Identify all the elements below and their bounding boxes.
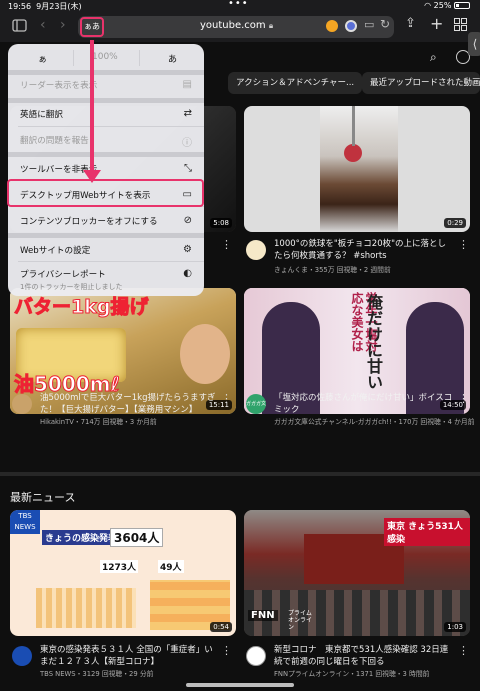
thumb-number: 3604人 <box>110 528 164 547</box>
tbs-news-logo: TBS NEWS <box>10 510 40 534</box>
blocker-icon: ⊘ <box>183 215 192 226</box>
thumb-caption: バター1kg揚げ <box>13 296 149 319</box>
video-thumbnail[interactable]: TBS NEWS きょうの感染発表 3604人 1273人 49人 0:54 <box>10 510 236 636</box>
reload-icon[interactable]: ↻ <box>380 17 390 31</box>
video-meta: ガガガ文庫公式チャンネル-ガガガch!!・170万 回視聴・4 か月前 <box>274 418 474 426</box>
thumb-caption: 俺だけに甘い <box>364 294 383 390</box>
extension-icon[interactable] <box>326 20 338 32</box>
sidebar-icon[interactable] <box>12 19 27 35</box>
forward-icon[interactable]: › <box>60 17 66 33</box>
record-icon[interactable]: ▭ <box>364 18 374 31</box>
url-text[interactable]: youtube.com 🔒︎ <box>200 20 273 31</box>
text-larger-button[interactable]: あ <box>168 52 177 65</box>
video-title[interactable]: 新型コロナ 東京都で531人感染確認 32日連続で前週の同じ曜日を下回る <box>274 644 454 668</box>
fnn-logo: FNN <box>248 610 278 621</box>
sidebar-handle-icon[interactable]: ⟨ <box>468 32 480 56</box>
zoom-level: 100% <box>92 52 118 62</box>
lock-icon: 🔒︎ <box>268 21 274 30</box>
video-title[interactable]: 東京の感染発表５３１人 全国の「重症者」いまだ１２７３人【新型コロナ】 <box>40 644 220 668</box>
tabs-grid-icon[interactable] <box>454 18 467 34</box>
chip-recent[interactable]: 最近アップロードされた動画 <box>362 72 480 94</box>
thumb-number: 49人 <box>158 560 184 573</box>
channel-avatar[interactable] <box>246 240 266 260</box>
fnn-logo-sub: プライム オンライン <box>288 610 313 631</box>
channel-avatar[interactable] <box>12 646 32 666</box>
chip-action[interactable]: アクション＆アドベンチャー... <box>228 72 363 94</box>
section-title: 最新ニュース <box>10 491 76 504</box>
video-thumbnail[interactable]: 0:29 <box>244 106 470 232</box>
multitask-dots[interactable]: ••• <box>228 0 249 9</box>
annotation-arrow <box>90 40 94 174</box>
more-options-icon[interactable]: ⋮ <box>458 238 469 251</box>
extension-icon[interactable] <box>345 20 357 32</box>
video-thumbnail[interactable]: 東京 きょう531人感染 FNN プライム オンライン 1:03 <box>244 510 470 636</box>
video-meta: きょんくま・355万 回視聴・2 週間前 <box>274 266 391 274</box>
share-icon[interactable]: ⇪ <box>405 16 416 31</box>
reader-icon: ▤ <box>182 79 192 90</box>
video-meta: TBS NEWS・3129 回視聴・29 分前 <box>40 670 154 678</box>
channel-avatar[interactable] <box>246 646 266 666</box>
video-title[interactable]: 油5000mlで巨大バター1kg揚げたらうますぎた！【巨大揚げバター】【業務用マ… <box>40 392 220 416</box>
channel-avatar[interactable]: ガガガ文庫 <box>246 394 266 414</box>
video-title[interactable]: 1000°の鉄球を"板チョコ20枚"の上に落としたら何枚貫通する？ #short… <box>274 238 454 262</box>
duration-badge: 0:29 <box>444 218 466 228</box>
back-icon[interactable]: ‹ <box>40 17 46 33</box>
translate-icon: ⇄ <box>183 108 192 119</box>
duration-badge: 0:54 <box>210 622 232 632</box>
home-indicator <box>186 683 294 687</box>
shield-icon: ◐ <box>183 268 192 279</box>
video-title[interactable]: 「塩対応の佐藤さんが俺にだけ甘い」ボイスコミック <box>274 392 454 416</box>
more-options-icon[interactable]: ⋮ <box>221 644 232 657</box>
text-size-row: ぁ 100% あ <box>8 52 204 68</box>
expand-icon: ⤡ <box>184 163 192 174</box>
more-options-icon[interactable]: ⋮ <box>221 392 232 405</box>
page-menu-popover: ぁ 100% あ リーダー表示を表示 ▤ 英語に翻訳 ⇄ 翻訳の問題を報告 ⓘ ツール… <box>8 44 204 296</box>
duration-badge: 1:03 <box>444 622 466 632</box>
section-divider <box>0 472 480 476</box>
new-tab-icon[interactable]: + <box>430 14 443 33</box>
status-time: 19:56 9月23日(木) <box>8 2 82 11</box>
wifi-icon: ◠ <box>424 1 432 10</box>
more-options-icon[interactable]: ⋮ <box>458 392 469 405</box>
video-meta: FNNプライムオンライン・1371 回視聴・3 時間前 <box>274 670 430 678</box>
more-options-icon[interactable]: ⋮ <box>221 238 232 251</box>
report-icon: ⓘ <box>182 138 192 149</box>
video-meta: HikakinTV・714万 回視聴・3 か月前 <box>40 418 157 426</box>
duration-badge: 5:08 <box>210 218 232 228</box>
status-indicators: ◠ 25% <box>424 1 470 10</box>
thumb-number: 1273人 <box>100 560 139 573</box>
settings-icon: ⚙ <box>183 244 192 255</box>
thumb-caption: 東京 きょう531人感染 <box>384 518 470 546</box>
page-settings-button[interactable]: ぁあ <box>80 17 104 37</box>
battery-icon <box>454 2 470 9</box>
text-smaller-button[interactable]: ぁ <box>38 52 47 65</box>
annotation-highlight <box>7 179 204 207</box>
more-options-icon[interactable]: ⋮ <box>458 644 469 657</box>
thumb-caption: きょうの感染発表 <box>42 530 121 545</box>
search-icon[interactable]: ⌕ <box>430 50 437 65</box>
channel-avatar[interactable] <box>12 394 32 414</box>
